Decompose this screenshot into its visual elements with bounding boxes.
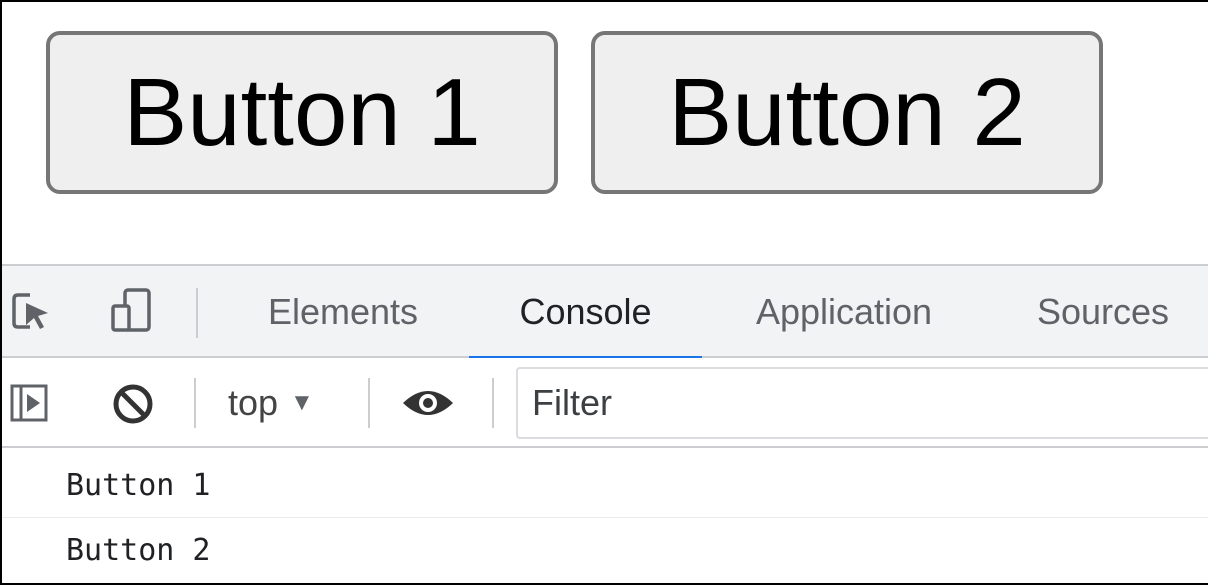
clear-console-icon[interactable]: [110, 381, 156, 427]
devtools-tabbar: Elements Console Application Sources: [2, 264, 1208, 360]
inspect-element-icon[interactable]: [8, 283, 58, 337]
button-1[interactable]: Button 1: [46, 31, 558, 194]
button-2[interactable]: Button 2: [591, 31, 1103, 194]
filter-input[interactable]: [516, 367, 1208, 439]
page-content: Button 1 Button 2: [2, 2, 1208, 264]
console-toolbar: top ▼: [2, 358, 1208, 448]
dropdown-arrow-icon: ▼: [290, 389, 314, 416]
toolbar-divider-1: [194, 378, 196, 428]
console-message: Button 2: [66, 532, 211, 568]
tab-application[interactable]: Application: [724, 266, 964, 358]
live-expression-icon[interactable]: [400, 383, 456, 423]
context-value: top: [228, 382, 279, 423]
browser-frame: Button 1 Button 2 Elements Console Appli…: [0, 0, 1208, 585]
console-messages: Button 1 Button 2: [2, 448, 1208, 583]
context-selector[interactable]: top ▼: [228, 378, 314, 428]
console-message: Button 1: [2, 454, 1208, 518]
tabbar-divider: [196, 288, 198, 338]
tab-console[interactable]: Console: [469, 266, 702, 360]
toolbar-divider-2: [368, 378, 370, 428]
tab-elements[interactable]: Elements: [238, 266, 448, 358]
device-toolbar-icon[interactable]: [106, 283, 156, 337]
devtools-panel: Elements Console Application Sources top…: [2, 264, 1208, 583]
toolbar-divider-3: [492, 378, 494, 428]
sidebar-toggle-icon[interactable]: [10, 383, 50, 423]
tab-sources[interactable]: Sources: [1008, 266, 1198, 358]
